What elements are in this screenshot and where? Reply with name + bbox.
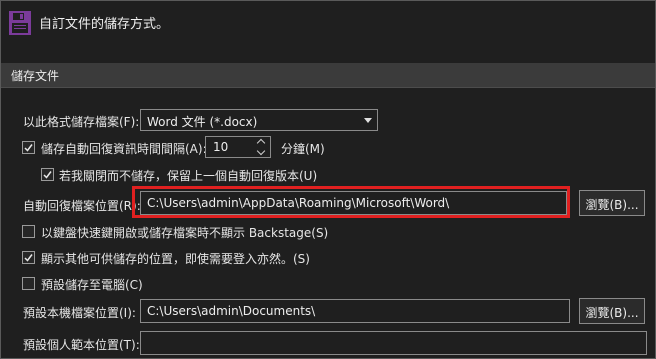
checkmark-icon (24, 144, 33, 152)
autorecover-interval-unit: 分鐘(M) (281, 142, 325, 156)
personal-templates-label: 預設個人範本位置(T): (23, 338, 140, 352)
keep-last-version-checkbox[interactable] (41, 168, 54, 181)
backstage-checkbox[interactable] (22, 225, 35, 238)
format-select-value: Word 文件 (*.docx) (147, 115, 258, 129)
format-select[interactable]: Word 文件 (*.docx) (140, 109, 378, 131)
autorecover-location-label: 自動回復檔案位置(R): (23, 199, 141, 213)
header-description: 自訂文件的儲存方式。 (39, 17, 170, 32)
browse-local-button[interactable]: 瀏覽(B)... (579, 298, 645, 324)
section-title: 儲存文件 (11, 69, 60, 83)
autorecover-interval-value: 10 (213, 140, 229, 154)
personal-templates-input[interactable] (140, 331, 647, 355)
autorecover-interval-stepper[interactable]: 10 (205, 136, 271, 158)
browse-autorecover-label: 瀏覽(B)... (585, 198, 639, 212)
browse-local-label: 瀏覽(B)... (585, 306, 639, 320)
save-to-computer-label: 預設儲存至電腦(C) (41, 278, 143, 292)
show-locations-checkbox[interactable] (22, 251, 35, 264)
chevron-down-icon (364, 118, 372, 123)
keep-last-version-label: 若我關閉而不儲存，保留上一個自動回復版本(U) (59, 169, 318, 183)
chevron-down-icon[interactable] (256, 146, 266, 156)
section-divider (1, 87, 655, 88)
options-panel: 自訂文件的儲存方式。 儲存文件 以此格式儲存檔案(F): Word 文件 (*.… (0, 0, 656, 359)
checkmark-icon (43, 171, 52, 179)
highlight-box (132, 186, 570, 218)
browse-autorecover-button[interactable]: 瀏覽(B)... (579, 190, 645, 216)
format-label: 以此格式儲存檔案(F): (23, 115, 140, 129)
local-location-value: C:\Users\admin\Documents\ (147, 304, 316, 318)
save-to-computer-checkbox[interactable] (22, 277, 35, 290)
show-locations-label: 顯示其他可供儲存的位置，即使需要登入亦然。(S) (41, 252, 310, 266)
section-header: 儲存文件 (1, 63, 655, 87)
local-location-input[interactable]: C:\Users\admin\Documents\ (140, 299, 570, 323)
backstage-label: 以鍵盤快速鍵開啟或儲存檔案時不顯示 Backstage(S) (41, 226, 329, 240)
checkmark-icon (24, 254, 33, 262)
autorecover-interval-label: 儲存自動回復資訊時間間隔(A): (41, 142, 207, 156)
save-icon (9, 11, 31, 35)
header: 自訂文件的儲存方式。 (1, 1, 655, 47)
local-location-label: 預設本機檔案位置(I): (23, 306, 136, 320)
autorecover-interval-checkbox[interactable] (22, 141, 35, 154)
